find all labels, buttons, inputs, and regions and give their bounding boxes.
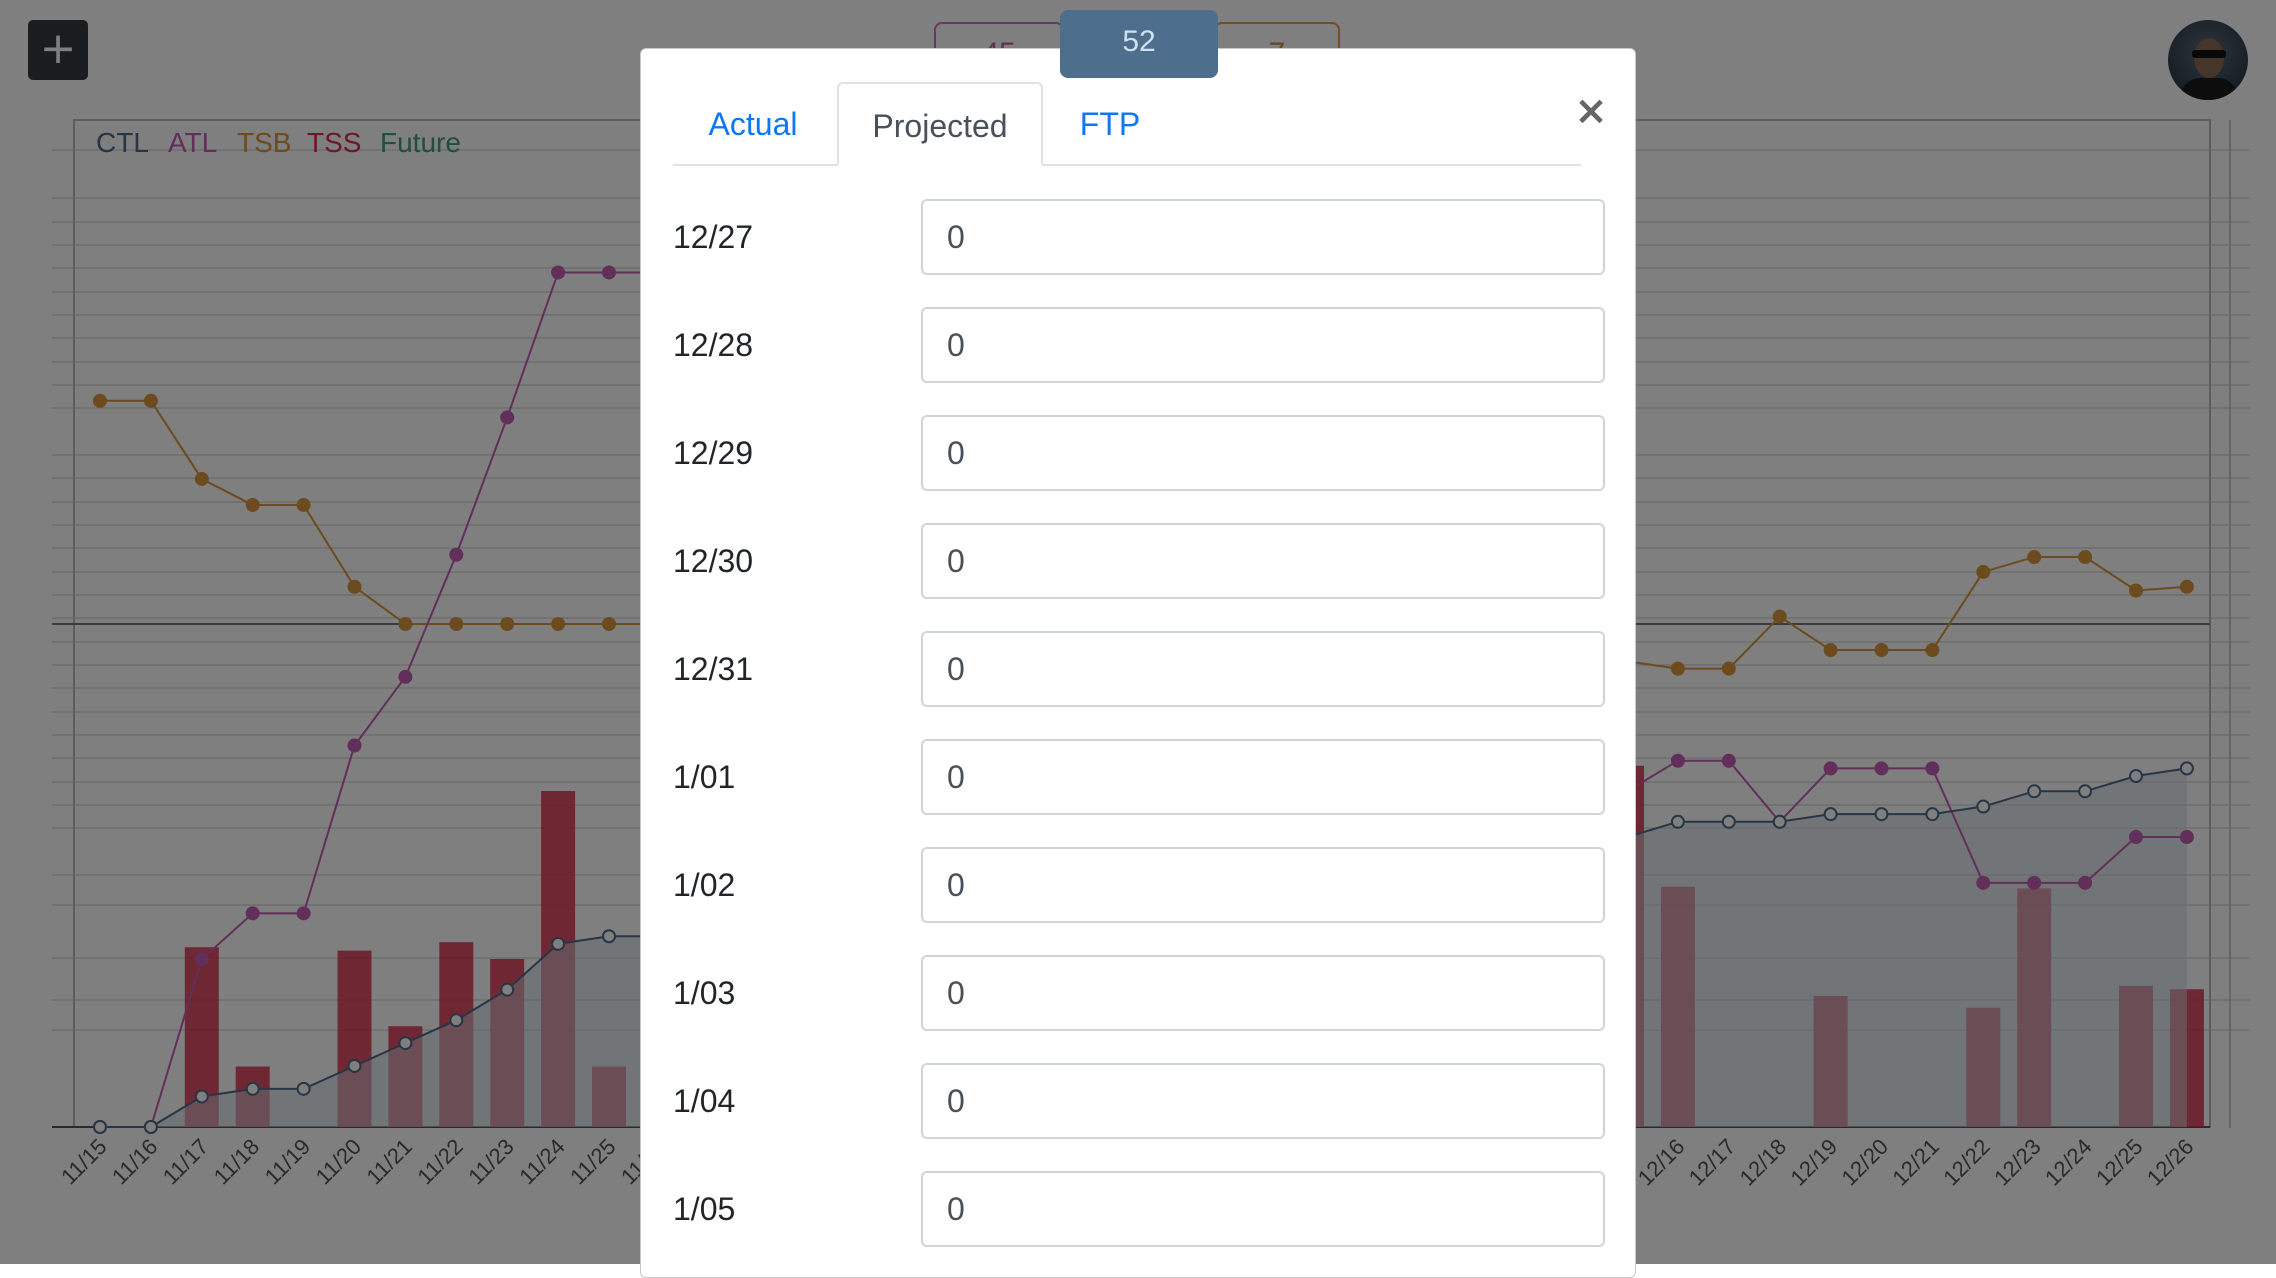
tss-input[interactable] <box>921 631 1605 707</box>
edit-tss-modal: Actual Projected FTP × 12/27 12/28 12/29 12… <box>640 48 1636 1278</box>
projected-row: 1/02 <box>641 847 1631 923</box>
tss-input[interactable] <box>921 955 1605 1031</box>
row-date-label: 12/29 <box>673 435 754 471</box>
projected-row: 1/01 <box>641 739 1631 815</box>
tss-input[interactable] <box>921 307 1605 383</box>
row-date-label: 1/04 <box>673 1083 736 1119</box>
projected-row: 1/03 <box>641 955 1631 1031</box>
tss-input[interactable] <box>921 523 1605 599</box>
row-date-label: 12/30 <box>673 543 754 579</box>
row-date-label: 12/28 <box>673 327 754 363</box>
row-date-label: 1/02 <box>673 867 736 903</box>
projected-row: 12/28 <box>641 307 1631 383</box>
row-date-label: 1/05 <box>673 1191 736 1227</box>
row-date-label: 1/01 <box>673 759 736 795</box>
projected-row: 1/05 <box>641 1171 1631 1247</box>
tss-input[interactable] <box>921 1063 1605 1139</box>
modal-tabs: Actual Projected FTP <box>673 82 1581 166</box>
tss-input[interactable] <box>921 199 1605 275</box>
projected-row: 12/29 <box>641 415 1631 491</box>
row-date-label: 12/27 <box>673 219 754 255</box>
tab-projected[interactable]: Projected <box>837 82 1043 166</box>
projected-row: 1/04 <box>641 1063 1631 1139</box>
row-date-label: 1/03 <box>673 975 736 1011</box>
projected-row: 12/27 <box>641 199 1631 275</box>
ctl-stat[interactable]: 52 <box>1060 10 1218 78</box>
tss-input[interactable] <box>921 739 1605 815</box>
close-button[interactable]: × <box>1569 89 1613 133</box>
tab-ftp[interactable]: FTP <box>1045 82 1175 164</box>
app-root: CTLATLTSBTSSFuture11/1511/1611/1711/1811… <box>0 0 2276 1278</box>
projected-row: 12/30 <box>641 523 1631 599</box>
tab-actual[interactable]: Actual <box>673 82 833 164</box>
row-date-label: 12/31 <box>673 651 754 687</box>
tss-input[interactable] <box>921 415 1605 491</box>
tss-input[interactable] <box>921 1171 1605 1247</box>
projected-row: 12/31 <box>641 631 1631 707</box>
tss-input[interactable] <box>921 847 1605 923</box>
